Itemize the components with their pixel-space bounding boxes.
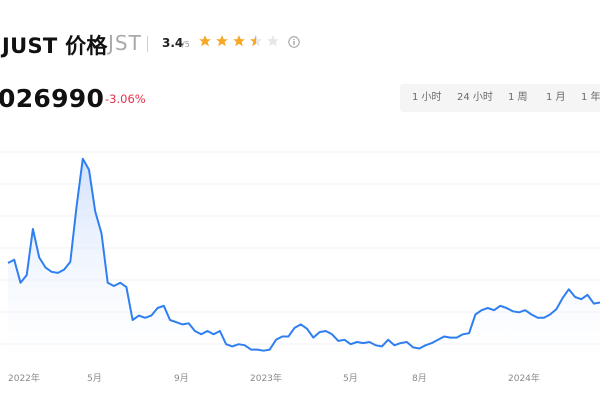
- x-tick-label: 2023年: [250, 372, 282, 384]
- price-area: [8, 158, 600, 365]
- tab-1-year[interactable]: 1 年: [581, 84, 600, 112]
- x-tick-label: 2024年: [508, 372, 540, 384]
- price-chart-svg: 2022年 5月 9月 2023年 5月 8月 2024年: [0, 151, 600, 384]
- x-tick-label: 8月: [412, 373, 427, 384]
- tab-1-month[interactable]: 1 月: [546, 84, 566, 112]
- star-icon: [233, 35, 245, 47]
- x-tick-label: 5月: [87, 373, 102, 384]
- half-star-icon: [250, 35, 262, 47]
- info-icon[interactable]: [288, 36, 300, 48]
- star-icon: [216, 35, 228, 47]
- x-tick-label: 2022年: [8, 372, 40, 384]
- star-empty-icon: [267, 35, 279, 47]
- tab-1-hour[interactable]: 1 小时: [412, 84, 442, 112]
- price-chart[interactable]: 2022年 5月 9月 2023年 5月 8月 2024年: [0, 140, 600, 420]
- x-tick-label: 9月: [174, 373, 189, 384]
- header-divider: [147, 36, 148, 52]
- x-tick-label: 5月: [343, 373, 358, 384]
- rating-scale: /5: [182, 40, 190, 49]
- coin-header: JUST 价格 JST 3.4 /5: [0, 28, 600, 60]
- time-range-selector: 1 小时 24 小时 1 周 1 月 1 年: [400, 84, 600, 112]
- tab-24-hours[interactable]: 24 小时: [457, 84, 493, 112]
- coin-symbol: JST: [108, 31, 142, 55]
- rating-value: 3.4: [162, 36, 184, 50]
- current-price: 026990: [0, 84, 105, 113]
- tab-1-week[interactable]: 1 周: [508, 84, 528, 112]
- coin-title: JUST 价格: [2, 34, 108, 58]
- star-icon: [199, 35, 211, 47]
- price-change: -3.06%: [105, 92, 146, 106]
